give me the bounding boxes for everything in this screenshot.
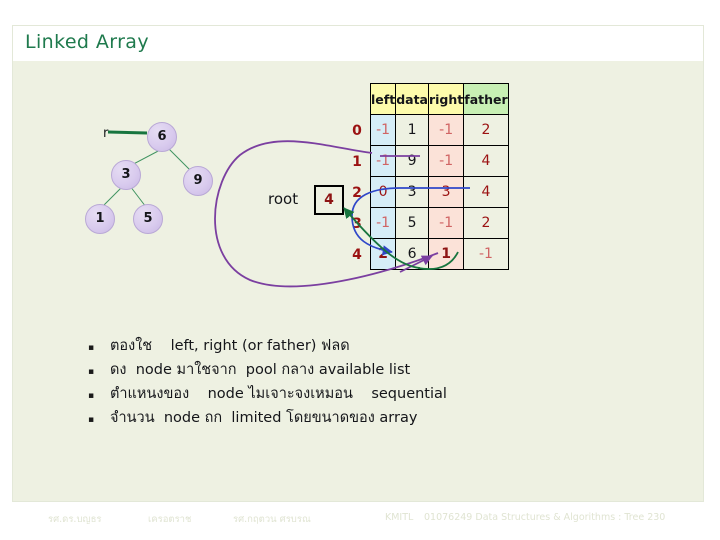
cell-data-2: 3 [395, 176, 429, 208]
bullet-text: ดง node มาใชจาก pool กลาง available list [110, 362, 411, 378]
footer-author-1b: เครอตราช [148, 514, 192, 525]
array-fields-table: left data right father -1 1 -1 2 -1 9 -1 [369, 83, 509, 270]
row-index-column: 0 1 2 3 4 [346, 116, 368, 271]
cell-father-4: -1 [463, 238, 509, 270]
tree-node-3: 3 [111, 160, 141, 190]
slide: Linked Array r 6 3 9 1 5 root 4 0 1 2 3 … [0, 0, 720, 540]
table-row: -1 1 -1 2 [369, 114, 509, 146]
cell-right-4: 1 [427, 238, 465, 270]
cell-data-0: 1 [395, 114, 429, 146]
list-item: ▪ ตองใช left, right (or father) ฟลด [88, 334, 648, 358]
cell-data-1: 9 [395, 145, 429, 177]
column-header-right: right [427, 83, 465, 115]
table-row: 0 3 3 4 [369, 176, 509, 208]
bullet-text: ตองใช left, right (or father) ฟลด [110, 338, 350, 354]
cell-right-2: 3 [427, 176, 465, 208]
cell-right-0: -1 [427, 114, 465, 146]
root-pointer-value: 4 [324, 192, 334, 208]
table-row: -1 5 -1 2 [369, 207, 509, 239]
column-header-left: left [369, 83, 397, 115]
cell-father-2: 4 [463, 176, 509, 208]
tree-node-1: 1 [85, 204, 115, 234]
bullet-square-icon: ▪ [88, 391, 95, 401]
binary-tree-diagram: r 6 3 9 1 5 [85, 112, 285, 252]
footer-author-1: รศ.ดร.บญธร [48, 514, 102, 525]
list-item: ▪ ตำแหนงของ node ไมเจาะจงเหมอน sequentia… [88, 382, 648, 406]
footer-institution: KMITL [385, 512, 414, 523]
cell-data-3: 5 [395, 207, 429, 239]
cell-right-1: -1 [427, 145, 465, 177]
list-item: ▪ จำนวน node ถก limited โดยขนาดของ array [88, 406, 648, 430]
tree-pointer-label: r [103, 126, 109, 141]
row-index-1: 1 [352, 154, 362, 170]
bullet-text: ตำแหนงของ node ไมเจาะจงเหมอน sequential [110, 386, 447, 402]
slide-footer: รศ.ดร.บญธร เครอตราช รศ.กฤตวน ศรบรณ KMITL… [0, 512, 720, 534]
bullet-text: จำนวน node ถก limited โดยขนาดของ array [110, 410, 418, 426]
cell-left-2: 0 [369, 176, 397, 208]
row-index-0: 0 [352, 123, 362, 139]
table-header-row: left data right father [369, 83, 509, 115]
cell-father-0: 2 [463, 114, 509, 146]
tree-node-6: 6 [147, 122, 177, 152]
column-header-father: father [463, 83, 509, 115]
column-header-data: data [395, 83, 429, 115]
row-index-3: 3 [352, 216, 362, 232]
cell-left-3: -1 [369, 207, 397, 239]
cell-data-4: 6 [395, 238, 429, 270]
table-row: 2 6 1 -1 [369, 238, 509, 270]
cell-right-3: -1 [427, 207, 465, 239]
row-index-2: 2 [352, 185, 362, 201]
table-row: -1 9 -1 4 [369, 145, 509, 177]
cell-father-3: 2 [463, 207, 509, 239]
footer-course: 01076249 Data Structures & Algorithms : … [424, 512, 666, 523]
footer-author-2: รศ.กฤตวน ศรบรณ [233, 514, 311, 525]
bullet-list: ▪ ตองใช left, right (or father) ฟลด ▪ ดง… [88, 334, 648, 430]
root-pointer-box: 4 [314, 185, 344, 215]
page-title: Linked Array [25, 31, 149, 53]
title-band: Linked Array [12, 25, 704, 61]
cell-left-0: -1 [369, 114, 397, 146]
tree-node-9: 9 [183, 166, 213, 196]
cell-father-1: 4 [463, 145, 509, 177]
cell-left-4: 2 [369, 238, 397, 270]
bullet-square-icon: ▪ [88, 367, 95, 377]
bullet-square-icon: ▪ [88, 415, 95, 425]
tree-node-5: 5 [133, 204, 163, 234]
root-pointer-label: root [268, 190, 299, 208]
cell-left-1: -1 [369, 145, 397, 177]
row-index-4: 4 [352, 247, 362, 263]
bullet-square-icon: ▪ [88, 343, 95, 353]
list-item: ▪ ดง node มาใชจาก pool กลาง available li… [88, 358, 648, 382]
